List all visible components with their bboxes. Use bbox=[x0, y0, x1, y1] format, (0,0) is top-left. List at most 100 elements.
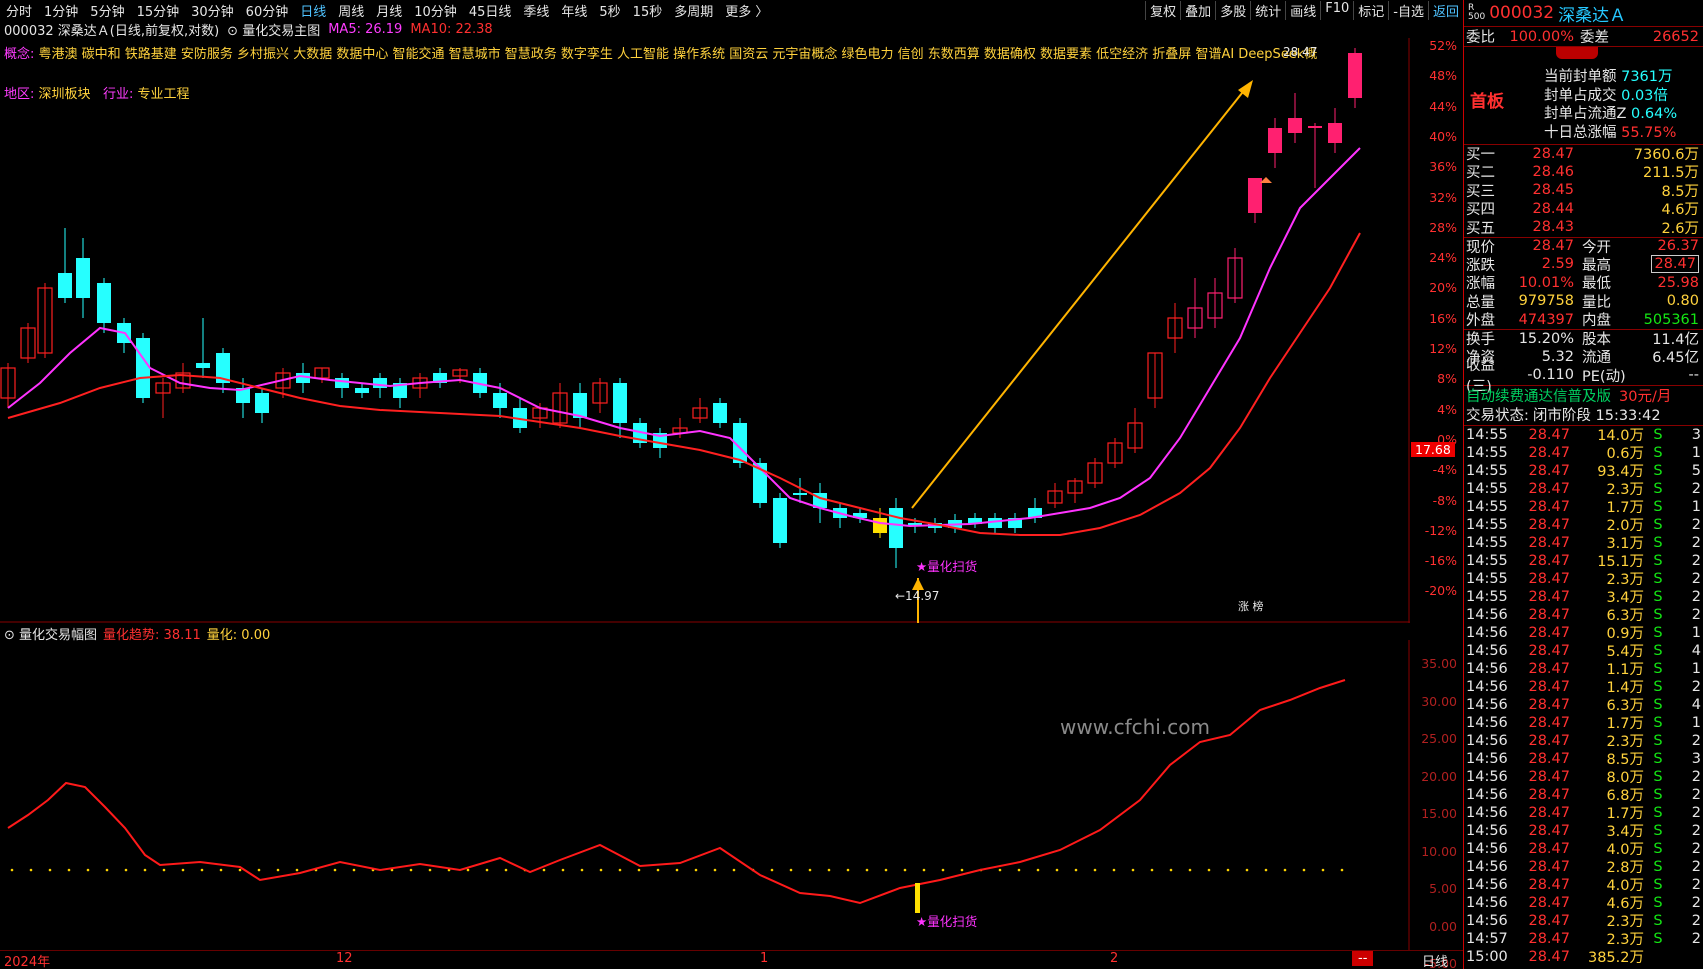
tick-row: 14:55 28.47 0.6万 S 1 bbox=[1466, 444, 1701, 463]
candle-body bbox=[76, 258, 90, 298]
toolbar-button[interactable]: 画线 bbox=[1285, 0, 1320, 20]
candle bbox=[1067, 478, 1083, 503]
period-label[interactable]: 日线 bbox=[1422, 951, 1448, 969]
period-tab[interactable]: 分时 bbox=[0, 1, 38, 20]
period-tab[interactable]: 45日线 bbox=[463, 1, 518, 20]
candle bbox=[1107, 438, 1123, 468]
zero-dot bbox=[580, 868, 584, 872]
toolbar-button[interactable]: 返回 bbox=[1427, 0, 1463, 20]
candle bbox=[255, 388, 269, 423]
ad-banner[interactable]: 自动续费通达信普及版 30元/月 bbox=[1464, 384, 1703, 405]
candle bbox=[713, 398, 727, 428]
period-tab[interactable]: 10分钟 bbox=[408, 1, 463, 20]
candle bbox=[216, 348, 230, 393]
period-tab[interactable]: 年线 bbox=[555, 1, 593, 20]
zero-dot bbox=[1245, 868, 1249, 872]
candle-body bbox=[58, 273, 72, 298]
zero-dot bbox=[1188, 868, 1192, 872]
period-tabs: 分时 1分钟 5分钟 15分钟 30分钟 60分钟 日线 周线 月线 10分钟 45日线 季线 年线 5秒… bbox=[0, 1, 1145, 20]
candle-body bbox=[335, 378, 349, 388]
candle-body bbox=[713, 403, 727, 423]
zero-dot bbox=[162, 868, 166, 872]
candle-body bbox=[373, 378, 387, 388]
tick-row: 14:55 28.47 15.1万 S 2 bbox=[1466, 552, 1701, 571]
toolbar-button[interactable]: F10 bbox=[1320, 0, 1353, 20]
tick-row: 14:55 28.47 93.4万 S 5 bbox=[1466, 462, 1701, 481]
toolbar-button[interactable]: 统计 bbox=[1250, 0, 1285, 20]
period-tab[interactable]: 15秒 bbox=[627, 1, 669, 20]
candle bbox=[1308, 123, 1322, 188]
candle bbox=[1328, 108, 1342, 153]
zero-dot bbox=[1074, 868, 1078, 872]
toolbar-button[interactable]: 复权 bbox=[1145, 0, 1180, 20]
period-tab[interactable]: 周线 bbox=[332, 1, 370, 20]
tick-list[interactable]: 14:55 28.47 14.0万 S 3 14:55 28.47 0.6万 S 1 14:55 28… bbox=[1464, 424, 1703, 967]
tick-row: 14:56 28.47 5.4万 S 4 bbox=[1466, 642, 1701, 661]
axis-tick: 0.00 bbox=[1429, 918, 1457, 934]
indicator-selector[interactable]: ⊙ 量化交易主图 bbox=[227, 20, 320, 39]
order-ratio-row: 委比 100.00% 委差 26652 bbox=[1464, 26, 1703, 46]
period-tab[interactable]: 更多 〉 bbox=[719, 1, 774, 20]
candle-body bbox=[613, 383, 627, 423]
zero-dot bbox=[713, 868, 717, 872]
candle bbox=[0, 363, 16, 408]
axis-tick: 10.00 bbox=[1421, 843, 1457, 859]
candle-body bbox=[1288, 118, 1302, 133]
zero-dot bbox=[846, 868, 850, 872]
bid-row[interactable]: 买一 28.47 7360.6万 bbox=[1464, 144, 1703, 163]
period-tab[interactable]: 多周期 bbox=[668, 1, 719, 20]
bid-row[interactable]: 买二 28.46 211.5万 bbox=[1464, 163, 1703, 182]
toolbar-button[interactable]: 标记 bbox=[1353, 0, 1388, 20]
axis-tick: 40% bbox=[1429, 128, 1457, 144]
zero-dot bbox=[1169, 868, 1173, 872]
period-tab[interactable]: 30分钟 bbox=[185, 1, 240, 20]
candle bbox=[1248, 178, 1262, 223]
axis-tick: 28% bbox=[1429, 219, 1457, 235]
zero-dot bbox=[466, 868, 470, 872]
candle bbox=[968, 513, 982, 528]
period-tab[interactable]: 日线 bbox=[294, 1, 332, 20]
period-tab[interactable]: 月线 bbox=[370, 1, 408, 20]
tick-row: 14:55 28.47 2.0万 S 2 bbox=[1466, 516, 1701, 535]
axis-tick: 16% bbox=[1429, 310, 1457, 326]
candle bbox=[988, 513, 1002, 533]
period-tab[interactable]: 15分钟 bbox=[131, 1, 186, 20]
zero-dot bbox=[884, 868, 888, 872]
period-tab[interactable]: 5分钟 bbox=[84, 1, 130, 20]
zero-dot bbox=[998, 868, 1002, 872]
candle bbox=[136, 333, 150, 403]
axis-tick: 30.00 bbox=[1421, 693, 1457, 709]
period-tab[interactable]: 季线 bbox=[517, 1, 555, 20]
tick-row: 14:56 28.47 0.9万 S 1 bbox=[1466, 624, 1701, 643]
stat-row: 总量 979758 量比 0.80 bbox=[1466, 293, 1699, 311]
tick-row: 14:55 28.47 1.7万 S 1 bbox=[1466, 498, 1701, 517]
zero-dot bbox=[1093, 868, 1097, 872]
bid-row[interactable]: 买三 28.45 8.5万 bbox=[1464, 181, 1703, 200]
candle bbox=[1187, 278, 1203, 338]
zero-dot bbox=[352, 868, 356, 872]
candlestick-chart[interactable]: 28.47 ←14.97 ★量化扫货涨 榜 bbox=[0, 38, 1410, 623]
candle bbox=[513, 398, 527, 433]
toolbar-button[interactable]: -自选 bbox=[1388, 0, 1428, 20]
zero-dot bbox=[637, 868, 641, 872]
candle bbox=[155, 378, 171, 418]
stat-row: 换手 15.20% 股本 11.4亿 bbox=[1464, 329, 1703, 348]
bid-row[interactable]: 买四 28.44 4.6万 bbox=[1464, 200, 1703, 219]
bid-row[interactable]: 买五 28.43 2.6万 bbox=[1464, 218, 1703, 237]
zero-dot bbox=[1055, 868, 1059, 872]
arrow-shaft bbox=[911, 82, 1251, 509]
tick-row: 14:55 28.47 3.1万 S 2 bbox=[1466, 534, 1701, 553]
candle bbox=[393, 378, 407, 408]
tick-row: 15:00 28.47 385.2万 bbox=[1466, 948, 1644, 967]
toolbar-button[interactable]: 叠加 bbox=[1180, 0, 1215, 20]
period-tab[interactable]: 5秒 bbox=[593, 1, 626, 20]
indicator-chart[interactable]: ★量化扫货 www.cfchi.com bbox=[0, 640, 1410, 950]
tick-row: 14:56 28.47 1.4万 S 2 bbox=[1466, 678, 1701, 697]
zero-dot bbox=[86, 868, 90, 872]
zero-dot bbox=[694, 868, 698, 872]
toolbar-button[interactable]: 多股 bbox=[1215, 0, 1250, 20]
period-tab[interactable]: 1分钟 bbox=[38, 1, 84, 20]
period-tab[interactable]: 60分钟 bbox=[240, 1, 295, 20]
top-toolbar: 分时 1分钟 5分钟 15分钟 30分钟 60分钟 日线 周线 月线 10分钟 45日线 季线 年线 5秒… bbox=[0, 0, 1463, 20]
zero-dot bbox=[732, 868, 736, 872]
